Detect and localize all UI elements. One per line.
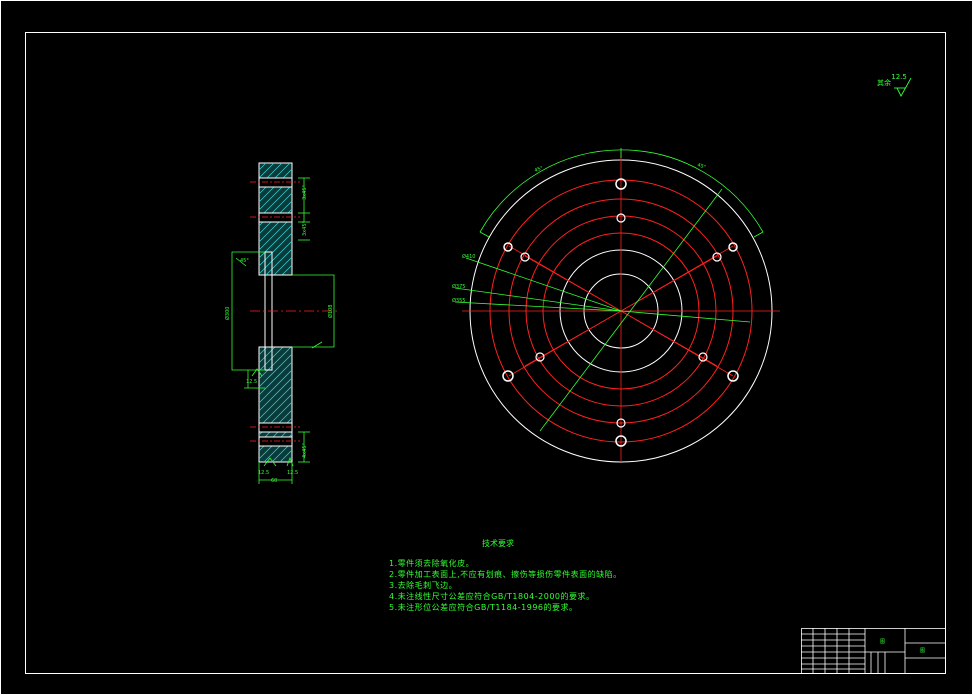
dim-arc-angle-2: 45° bbox=[696, 162, 707, 171]
note-item-3: 3.去除毛刺飞边。 bbox=[389, 581, 458, 590]
dim-roughness-2: 12.5 bbox=[258, 470, 269, 476]
dim-dia-410: Ø410 bbox=[462, 253, 475, 260]
dim-dia-300: Ø300 bbox=[224, 307, 231, 320]
dim-roughness-1: 12.5 bbox=[246, 379, 257, 385]
title-cell-a: 图 bbox=[880, 639, 885, 645]
dim-dia-108: Ø108 bbox=[327, 305, 334, 318]
roughness-prefix: 其余 bbox=[877, 79, 891, 87]
dim-dia-375: Ø375 bbox=[452, 283, 465, 290]
roughness-value: 12.5 bbox=[891, 73, 907, 81]
note-item-2: 2.零件加工表面上,不应有划痕、擦伤等损伤零件表面的缺陷。 bbox=[389, 570, 622, 579]
note-item-1: 1.零件须去除氧化皮。 bbox=[389, 559, 475, 568]
note-item-4: 4.未注线性尺寸公差应符合GB/T1804-2000的要求。 bbox=[389, 592, 595, 601]
dimension-labels: 3x45° 3x45° Ø300 Ø108 12.5 60 4x45° 45° … bbox=[224, 162, 707, 484]
dim-chamfer-3: 4x45° bbox=[302, 442, 308, 458]
dim-width-60: 60 bbox=[271, 478, 277, 484]
roughness-note: 其余 12.5 bbox=[877, 73, 909, 88]
section-view bbox=[231, 162, 340, 484]
dim-dia-355: Ø355 bbox=[452, 297, 465, 304]
dim-chamfer-2: 3x45° bbox=[302, 220, 308, 236]
dim-roughness-3: 12.5 bbox=[287, 470, 298, 476]
note-item-5: 5.未注形位公差应符合GB/T1184-1996的要求。 bbox=[389, 603, 578, 612]
dim-angle: 45° bbox=[240, 258, 249, 264]
dim-chamfer-1: 3x45° bbox=[302, 184, 308, 200]
dim-arc-angle-1: 45° bbox=[534, 165, 545, 174]
title-cell-b: 图 bbox=[920, 648, 925, 654]
plan-view bbox=[454, 148, 780, 463]
notes-title: 技术要求 bbox=[482, 539, 514, 548]
